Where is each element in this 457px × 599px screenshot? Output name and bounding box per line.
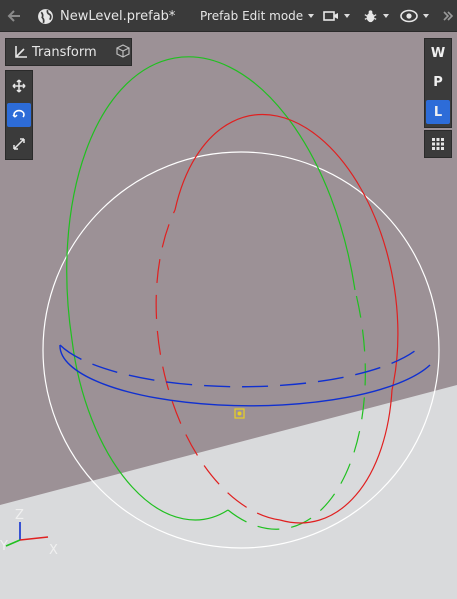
cube-icon	[116, 43, 130, 58]
chevron-down-icon	[423, 14, 429, 18]
scale-icon	[13, 138, 25, 151]
coordinate-space-panel: W P L	[424, 38, 452, 128]
local-space-button[interactable]: L	[426, 100, 450, 125]
scale-tool-button[interactable]	[7, 132, 31, 156]
axis-label-y: Y	[0, 539, 8, 554]
move-icon	[12, 79, 26, 93]
globe-icon	[38, 8, 53, 24]
rotate-icon	[12, 109, 25, 118]
rotate-tool-button[interactable]	[7, 102, 31, 127]
parent-space-button[interactable]: P	[426, 71, 450, 95]
chevron-down-icon	[383, 14, 389, 18]
axis-label-x: X	[49, 543, 58, 558]
grid-toggle-button[interactable]	[424, 130, 452, 158]
transform-tools-panel	[5, 70, 33, 160]
camera-icon	[323, 11, 338, 21]
overflow-button[interactable]	[442, 0, 454, 32]
world-space-button[interactable]: W	[426, 42, 450, 66]
double-chevron-right-icon	[443, 11, 454, 21]
chevron-down-icon	[344, 14, 350, 18]
debug-dropdown[interactable]	[363, 0, 389, 32]
camera-dropdown[interactable]	[323, 0, 350, 32]
level-name: NewLevel.prefab*	[60, 8, 176, 24]
object-mode-button[interactable]	[116, 43, 130, 61]
transform-label: Transform	[32, 44, 97, 60]
top-toolbar: NewLevel.prefab* Prefab Edit mode	[0, 0, 457, 32]
bug-icon	[364, 9, 377, 22]
grid-icon	[432, 138, 444, 150]
chevron-down-icon	[308, 14, 315, 18]
eye-icon	[400, 9, 418, 23]
move-tool-button[interactable]	[7, 74, 31, 98]
back-button[interactable]	[6, 0, 22, 32]
mode-label: Prefab Edit mode	[200, 9, 304, 23]
axis-label-z: Z	[15, 508, 24, 523]
back-arrow-icon	[7, 10, 20, 22]
transform-axes-icon	[15, 46, 27, 58]
visibility-dropdown[interactable]	[400, 0, 429, 32]
scene-viewport[interactable]: Z Y X Transform W P L	[0, 32, 457, 599]
transform-panel: Transform	[5, 38, 132, 66]
mode-dropdown[interactable]: Prefab Edit mode	[200, 0, 315, 32]
scene-canvas[interactable]	[0, 32, 457, 599]
level-selector[interactable]: NewLevel.prefab*	[37, 0, 175, 32]
